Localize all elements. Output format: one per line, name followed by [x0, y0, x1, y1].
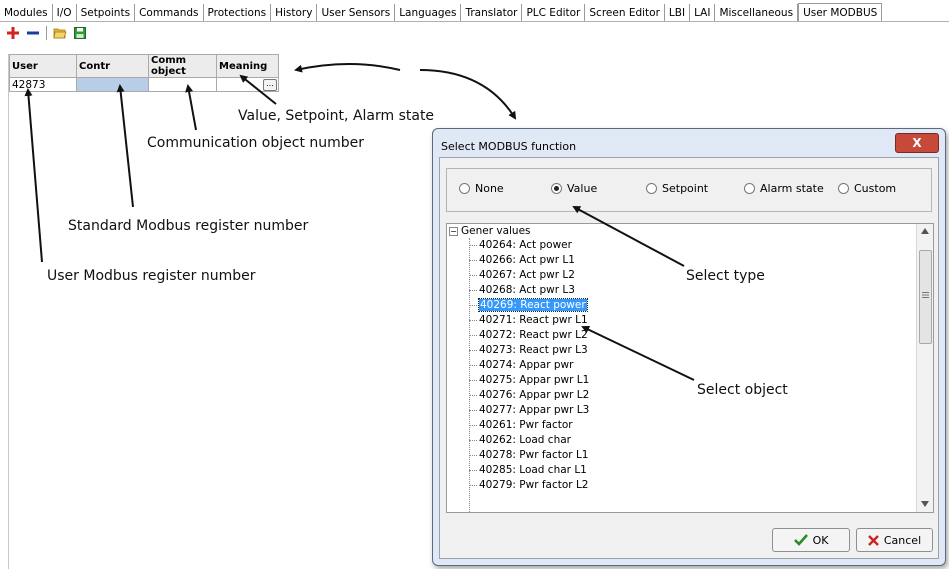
arrow-meaning: [239, 74, 277, 105]
arrow-standard-register: [116, 84, 134, 208]
arrow-comm-object: [185, 84, 197, 131]
arrow-curve-to-dialog: [419, 69, 517, 120]
annotation-arrows: [24, 63, 695, 381]
arrow-user-register: [24, 88, 43, 263]
arrow-select-object: [581, 325, 695, 381]
arrow-select-type: [572, 206, 685, 267]
arrow-curve-to-meaning: [294, 63, 401, 73]
